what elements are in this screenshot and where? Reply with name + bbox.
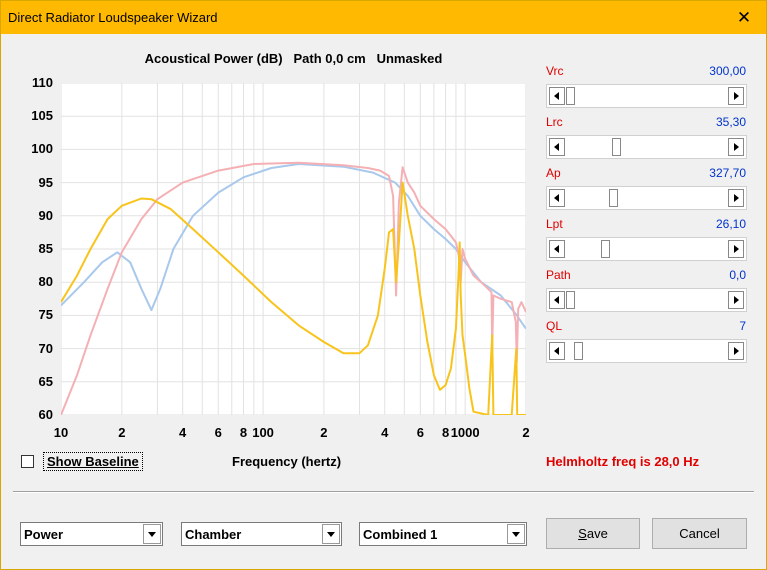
arrow-right-icon[interactable] xyxy=(728,189,744,207)
separator xyxy=(13,491,754,493)
helmholtz-frequency-text: Helmholtz freq is 28,0 Hz xyxy=(546,454,700,469)
acoustic-power-plot xyxy=(61,83,526,415)
x-tick-label: 8 xyxy=(239,425,248,440)
save-button[interactable]: Save xyxy=(546,518,640,549)
slider-lpt[interactable] xyxy=(546,237,747,261)
slider-value-lrc: 35,30 xyxy=(715,115,746,129)
arrow-left-icon[interactable] xyxy=(549,189,565,207)
x-tick-label: 6 xyxy=(214,425,222,440)
slider-label-ql: QL xyxy=(546,319,563,333)
slider-label-vrc: Vrc xyxy=(546,64,564,78)
slider-vrc[interactable] xyxy=(546,84,747,108)
show-baseline-checkbox[interactable] xyxy=(21,455,34,468)
chart-title: Acoustical Power (dB) Path 0,0 cm Unmask… xyxy=(144,51,443,66)
y-tick-label: 70 xyxy=(38,340,53,356)
chevron-down-icon[interactable] xyxy=(322,524,340,544)
y-tick-label: 75 xyxy=(38,307,53,323)
slider-path[interactable] xyxy=(546,288,747,312)
x-tick-label: 4 xyxy=(381,425,389,440)
arrow-right-icon[interactable] xyxy=(728,87,744,105)
y-tick-label: 90 xyxy=(38,207,53,223)
x-tick-label: 8 xyxy=(441,425,450,440)
y-tick-label: 60 xyxy=(38,407,53,422)
x-tick-label: 2 xyxy=(118,425,126,440)
mode-dropdown-value: Power xyxy=(24,527,64,542)
slider-thumb[interactable] xyxy=(600,240,610,258)
chevron-down-icon[interactable] xyxy=(507,524,525,544)
x-axis-title: Frequency (hertz) xyxy=(232,454,342,469)
slider-lrc[interactable] xyxy=(546,135,747,159)
location-dropdown-value: Chamber xyxy=(185,527,242,542)
slider-value-path: 0,0 xyxy=(729,268,746,282)
mode-dropdown[interactable]: Power xyxy=(20,522,163,546)
show-baseline-text: Show Baseline xyxy=(47,454,139,469)
slider-label-lrc: Lrc xyxy=(546,115,563,129)
title-bar[interactable]: Direct Radiator Loudspeaker Wizard ✕ xyxy=(1,1,766,34)
slider-thumb[interactable] xyxy=(573,342,583,360)
y-tick-label: 105 xyxy=(31,108,53,124)
y-tick-label: 80 xyxy=(38,274,53,290)
arrow-right-icon[interactable] xyxy=(728,291,744,309)
arrow-right-icon[interactable] xyxy=(728,342,744,360)
arrow-left-icon[interactable] xyxy=(549,87,565,105)
slider-thumb[interactable] xyxy=(566,87,575,105)
y-tick-label: 85 xyxy=(38,241,53,256)
y-tick-label: 100 xyxy=(31,141,53,157)
slider-label-path: Path xyxy=(546,268,571,282)
x-tick-label: 6 xyxy=(416,425,424,440)
slider-value-ql: 7 xyxy=(739,319,746,333)
slider-ql[interactable] xyxy=(546,339,747,363)
close-icon: ✕ xyxy=(736,7,752,27)
arrow-right-icon[interactable] xyxy=(728,138,744,156)
slider-value-ap: 327,70 xyxy=(709,166,746,180)
x-tick-label: 4 xyxy=(179,425,187,440)
location-dropdown[interactable]: Chamber xyxy=(181,522,342,546)
slider-ap[interactable] xyxy=(546,186,747,210)
save-button-label: Save xyxy=(578,526,608,541)
y-tick-label: 110 xyxy=(32,75,53,90)
slider-label-lpt: Lpt xyxy=(546,217,563,231)
chevron-down-icon[interactable] xyxy=(143,524,161,544)
y-tick-label: 65 xyxy=(38,373,53,389)
x-tick-label: 2 xyxy=(522,425,530,440)
combination-dropdown-value: Combined 1 xyxy=(363,527,438,542)
slider-value-vrc: 300,00 xyxy=(709,64,746,78)
x-tick-label: 1000 xyxy=(450,425,480,440)
wizard-window: Direct Radiator Loudspeaker Wizard ✕ Aco… xyxy=(0,0,767,570)
x-tick-label: 2 xyxy=(320,425,328,440)
slider-thumb[interactable] xyxy=(611,138,621,156)
x-tick-label: 10 xyxy=(53,425,69,440)
arrow-left-icon[interactable] xyxy=(549,240,565,258)
close-button[interactable]: ✕ xyxy=(722,1,766,34)
arrow-right-icon[interactable] xyxy=(728,240,744,258)
slider-thumb[interactable] xyxy=(566,291,575,309)
slider-thumb[interactable] xyxy=(608,189,618,207)
arrow-left-icon[interactable] xyxy=(549,138,565,156)
window-title: Direct Radiator Loudspeaker Wizard xyxy=(8,10,218,25)
show-baseline-label[interactable]: Show Baseline xyxy=(43,452,143,471)
arrow-left-icon[interactable] xyxy=(549,342,565,360)
combination-dropdown[interactable]: Combined 1 xyxy=(359,522,527,546)
cancel-button[interactable]: Cancel xyxy=(652,518,747,549)
y-tick-label: 95 xyxy=(38,174,53,190)
slider-value-lpt: 26,10 xyxy=(715,217,746,231)
x-tick-label: 100 xyxy=(252,425,274,440)
slider-label-ap: Ap xyxy=(546,166,561,180)
arrow-left-icon[interactable] xyxy=(549,291,565,309)
